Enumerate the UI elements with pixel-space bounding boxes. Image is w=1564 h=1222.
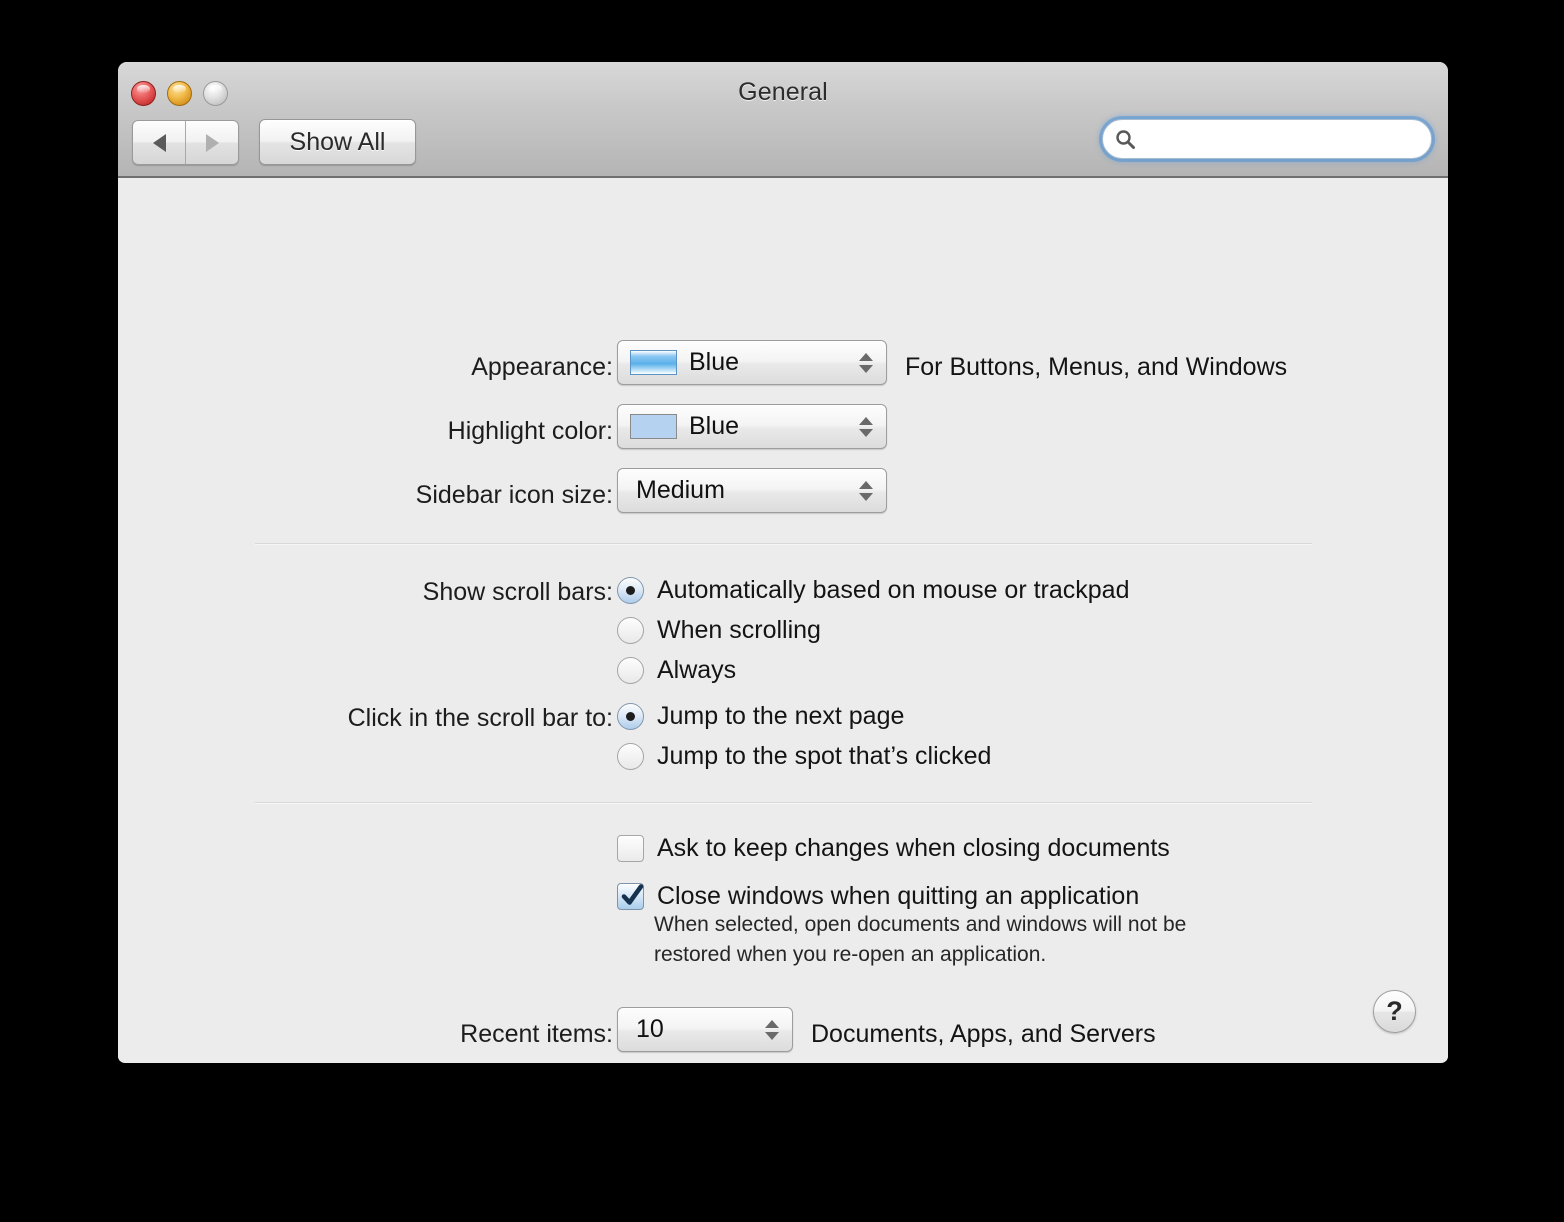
radio-indicator xyxy=(617,703,644,730)
show-scroll-bars-label: Show scroll bars: xyxy=(422,578,613,606)
appearance-label: Appearance: xyxy=(471,353,613,381)
recent-items-hint: Documents, Apps, and Servers xyxy=(811,1020,1156,1048)
forward-button[interactable] xyxy=(185,121,238,164)
navigation-segmented-control xyxy=(132,120,239,165)
checkbox-indicator xyxy=(617,835,644,862)
recent-items-popup[interactable]: 10 xyxy=(617,1007,793,1052)
radio-label: When scrolling xyxy=(657,616,821,644)
recent-items-label: Recent items: xyxy=(460,1020,613,1048)
close-windows-note-line1: When selected, open documents and window… xyxy=(654,913,1187,936)
separator-1 xyxy=(255,543,1312,544)
highlight-color-swatch xyxy=(630,414,677,439)
triangle-left-icon xyxy=(152,133,166,152)
radio-label: Always xyxy=(657,656,737,684)
recent-items-value: 10 xyxy=(636,1015,664,1043)
show-all-button[interactable]: Show All xyxy=(259,119,416,165)
radio-indicator xyxy=(617,617,644,644)
chevron-updown-icon xyxy=(859,352,873,373)
system-preferences-window: General Show All Appearance: Blue For Bu… xyxy=(118,62,1448,1063)
back-button[interactable] xyxy=(133,121,185,164)
chevron-updown-icon xyxy=(859,416,873,437)
sidebar-icon-size-label: Sidebar icon size: xyxy=(415,481,613,509)
radio-indicator xyxy=(617,577,644,604)
appearance-popup[interactable]: Blue xyxy=(617,340,887,385)
radio-scrollbars-always[interactable]: Always xyxy=(617,656,736,685)
help-button[interactable]: ? xyxy=(1373,990,1416,1033)
chevron-updown-icon xyxy=(859,480,873,501)
radio-indicator xyxy=(617,743,644,770)
radio-scrollbars-automatic[interactable]: Automatically based on mouse or trackpad xyxy=(617,576,1129,605)
appearance-value: Blue xyxy=(689,348,740,376)
appearance-color-swatch xyxy=(630,350,677,375)
close-windows-note-line2: restored when you re-open an application… xyxy=(654,943,1047,966)
triangle-right-icon xyxy=(205,133,219,152)
chevron-updown-icon xyxy=(765,1019,779,1040)
search-field[interactable] xyxy=(1102,119,1432,159)
radio-label: Jump to the next page xyxy=(657,702,905,730)
preferences-content: Appearance: Blue For Buttons, Menus, and… xyxy=(118,178,1448,1061)
highlight-color-value: Blue xyxy=(689,412,740,440)
radio-label: Jump to the spot that’s clicked xyxy=(657,742,992,770)
search-input[interactable] xyxy=(1136,127,1431,151)
highlight-color-label: Highlight color: xyxy=(447,417,613,445)
search-icon xyxy=(1115,129,1136,150)
sidebar-icon-size-popup[interactable]: Medium xyxy=(617,468,887,513)
radio-click-spot-clicked[interactable]: Jump to the spot that’s clicked xyxy=(617,742,991,771)
checkbox-ask-keep-changes[interactable]: Ask to keep changes when closing documen… xyxy=(617,834,1170,863)
checkbox-indicator xyxy=(617,883,644,910)
radio-scrollbars-when-scrolling[interactable]: When scrolling xyxy=(617,616,821,645)
radio-label: Automatically based on mouse or trackpad xyxy=(657,576,1130,604)
radio-indicator xyxy=(617,657,644,684)
separator-2 xyxy=(255,802,1312,803)
radio-click-next-page[interactable]: Jump to the next page xyxy=(617,702,904,731)
checkbox-label: Ask to keep changes when closing documen… xyxy=(657,834,1170,862)
checkbox-close-windows-quitting[interactable]: Close windows when quitting an applicati… xyxy=(617,882,1139,911)
sidebar-icon-size-value: Medium xyxy=(636,476,725,504)
appearance-hint: For Buttons, Menus, and Windows xyxy=(905,353,1288,381)
checkbox-label: Close windows when quitting an applicati… xyxy=(657,882,1140,910)
highlight-color-popup[interactable]: Blue xyxy=(617,404,887,449)
click-scroll-bar-label: Click in the scroll bar to: xyxy=(347,704,613,732)
window-titlebar: General Show All xyxy=(118,62,1448,178)
window-title: General xyxy=(738,78,828,106)
